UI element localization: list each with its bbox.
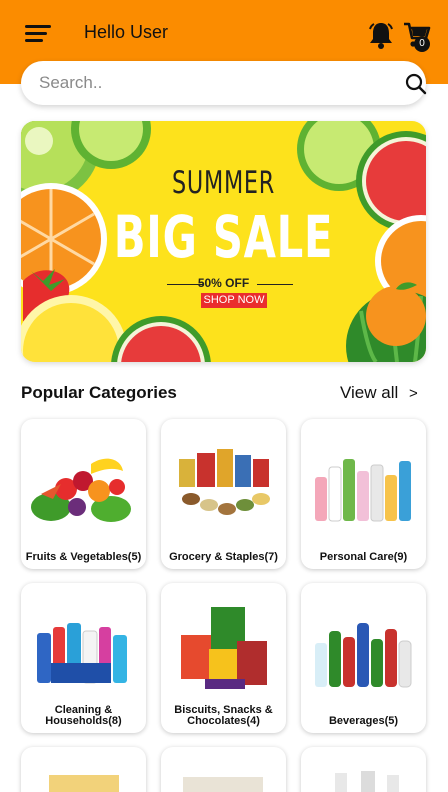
category-card-beverages[interactable]: Beverages(5)	[301, 583, 426, 733]
category-image-partial	[49, 775, 119, 792]
personal-care-image	[315, 459, 411, 522]
grocery-staples-image	[179, 449, 270, 515]
category-card-partial[interactable]	[161, 747, 286, 792]
category-image-partial	[335, 771, 399, 792]
search-icon[interactable]	[405, 73, 427, 95]
hamburger-icon	[25, 25, 51, 28]
category-card-biscuits-snacks[interactable]: Biscuits, Snacks & Chocolates(4)	[161, 583, 286, 733]
search-bar	[21, 61, 427, 105]
category-image-partial	[183, 777, 263, 792]
search-input[interactable]	[39, 61, 379, 105]
banner-discount: 50% OFF	[197, 276, 250, 290]
category-card-fruits-vegetables[interactable]: Fruits & Vegetables(5)	[21, 419, 146, 569]
category-card-partial[interactable]	[301, 747, 426, 792]
category-label: Beverages(5)	[328, 715, 399, 727]
bell-icon[interactable]	[366, 20, 396, 50]
banner-title: BIG SALE	[113, 203, 334, 271]
menu-button[interactable]	[25, 23, 51, 43]
category-label: Personal Care(9)	[319, 551, 408, 563]
category-card-grocery-staples[interactable]: Grocery & Staples(7)	[161, 419, 286, 569]
biscuits-snacks-image	[181, 607, 267, 689]
section-title: Popular Categories	[21, 383, 177, 402]
greeting-text: Hello User	[84, 22, 169, 42]
category-card-personal-care[interactable]: Personal Care(9)	[301, 419, 426, 569]
category-label: Fruits & Vegetables(5)	[25, 551, 142, 563]
cleaning-households-image	[37, 623, 127, 684]
view-all-link[interactable]: View all >	[340, 383, 418, 403]
cart-count-badge: 0	[414, 36, 430, 52]
category-label: Grocery & Staples(7)	[169, 551, 278, 563]
category-card-partial[interactable]	[21, 747, 146, 792]
category-label: Biscuits, Snacks & Chocolates(4)	[174, 704, 273, 727]
shop-now-button[interactable]: SHOP NOW	[201, 293, 267, 308]
chevron-right-icon: >	[409, 385, 418, 402]
category-card-cleaning-households[interactable]: Cleaning & Households(8)	[21, 583, 146, 733]
view-all-label: View all	[340, 383, 399, 402]
banner-divider	[257, 284, 293, 285]
promo-banner[interactable]: SUMMER BIG SALE 50% OFF SHOP NOW	[21, 121, 426, 362]
banner-headline: SUMMER	[172, 165, 275, 201]
beverages-image	[315, 623, 412, 688]
category-label: Cleaning & Households(8)	[45, 704, 122, 727]
fruits-vegetables-image	[31, 458, 131, 522]
